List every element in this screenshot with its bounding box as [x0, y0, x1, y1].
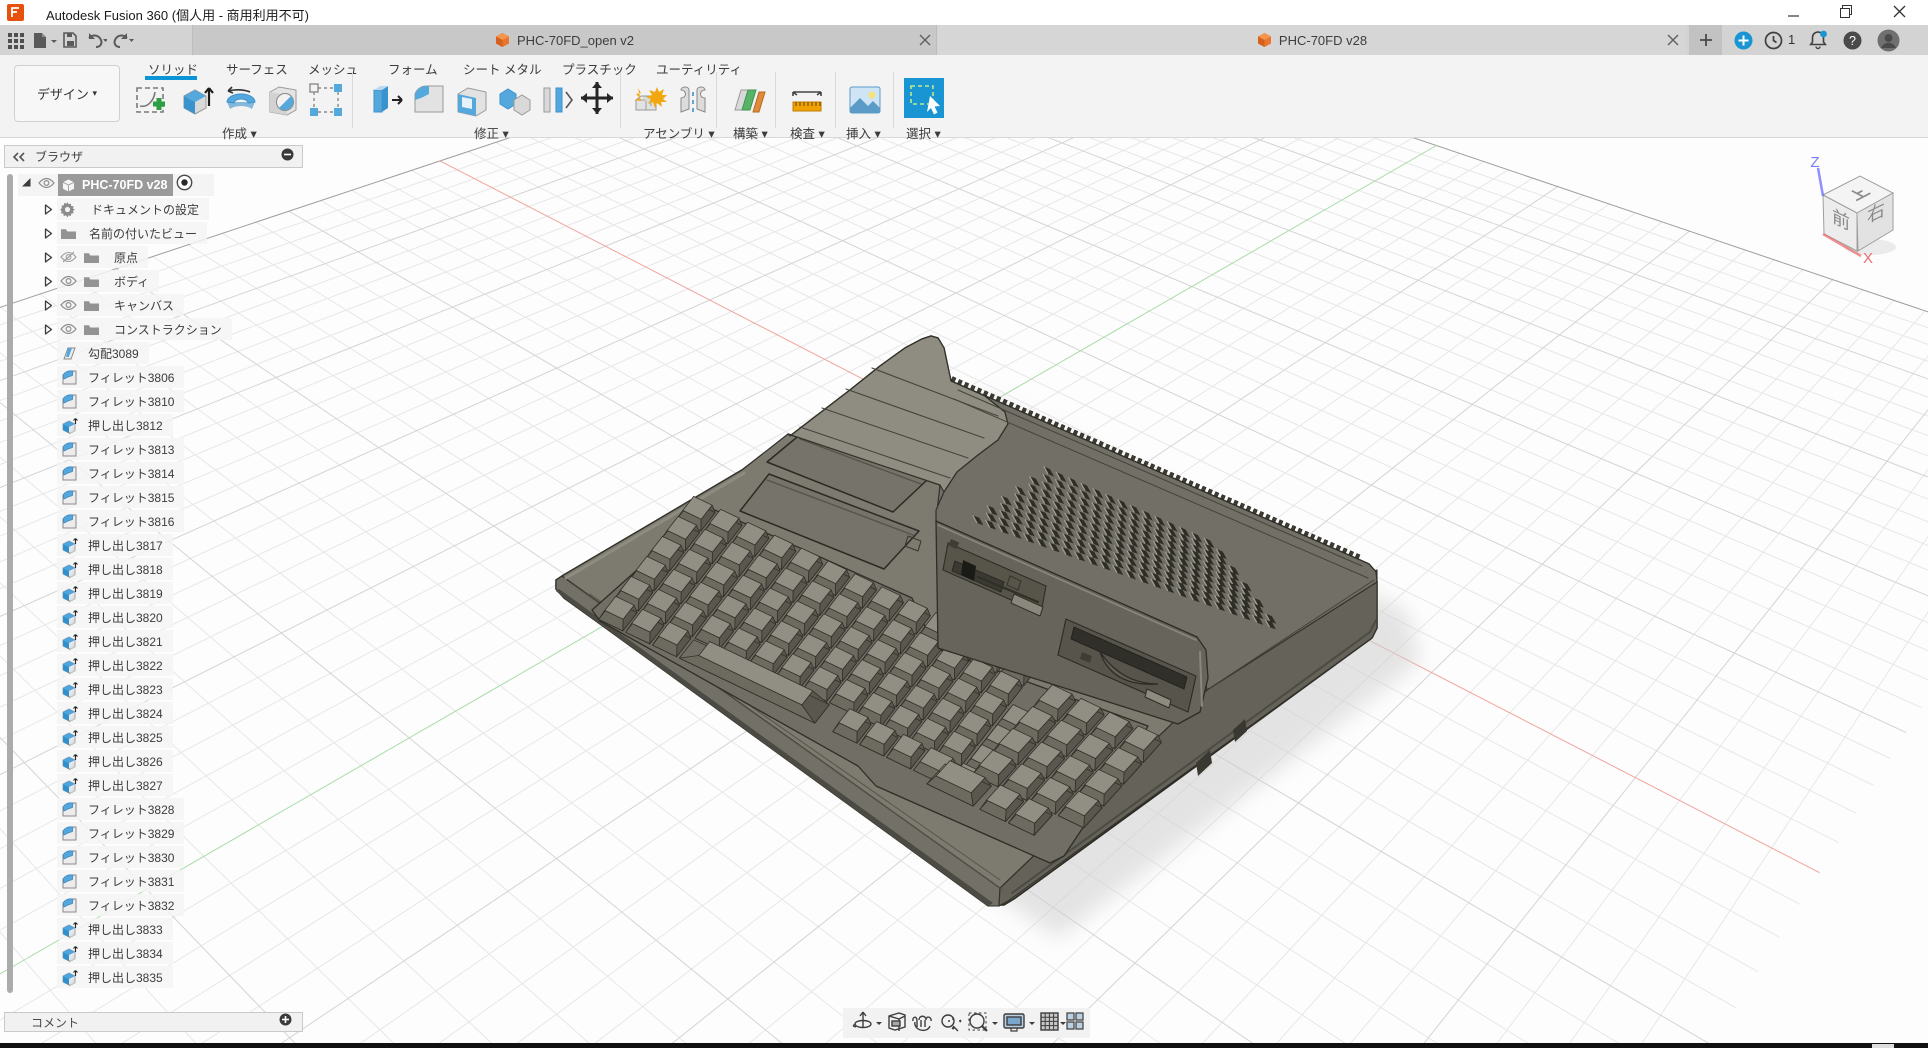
svg-text:X: X — [1863, 250, 1873, 267]
svg-text:?: ? — [1849, 34, 1856, 48]
svg-text:Z: Z — [1810, 155, 1819, 171]
